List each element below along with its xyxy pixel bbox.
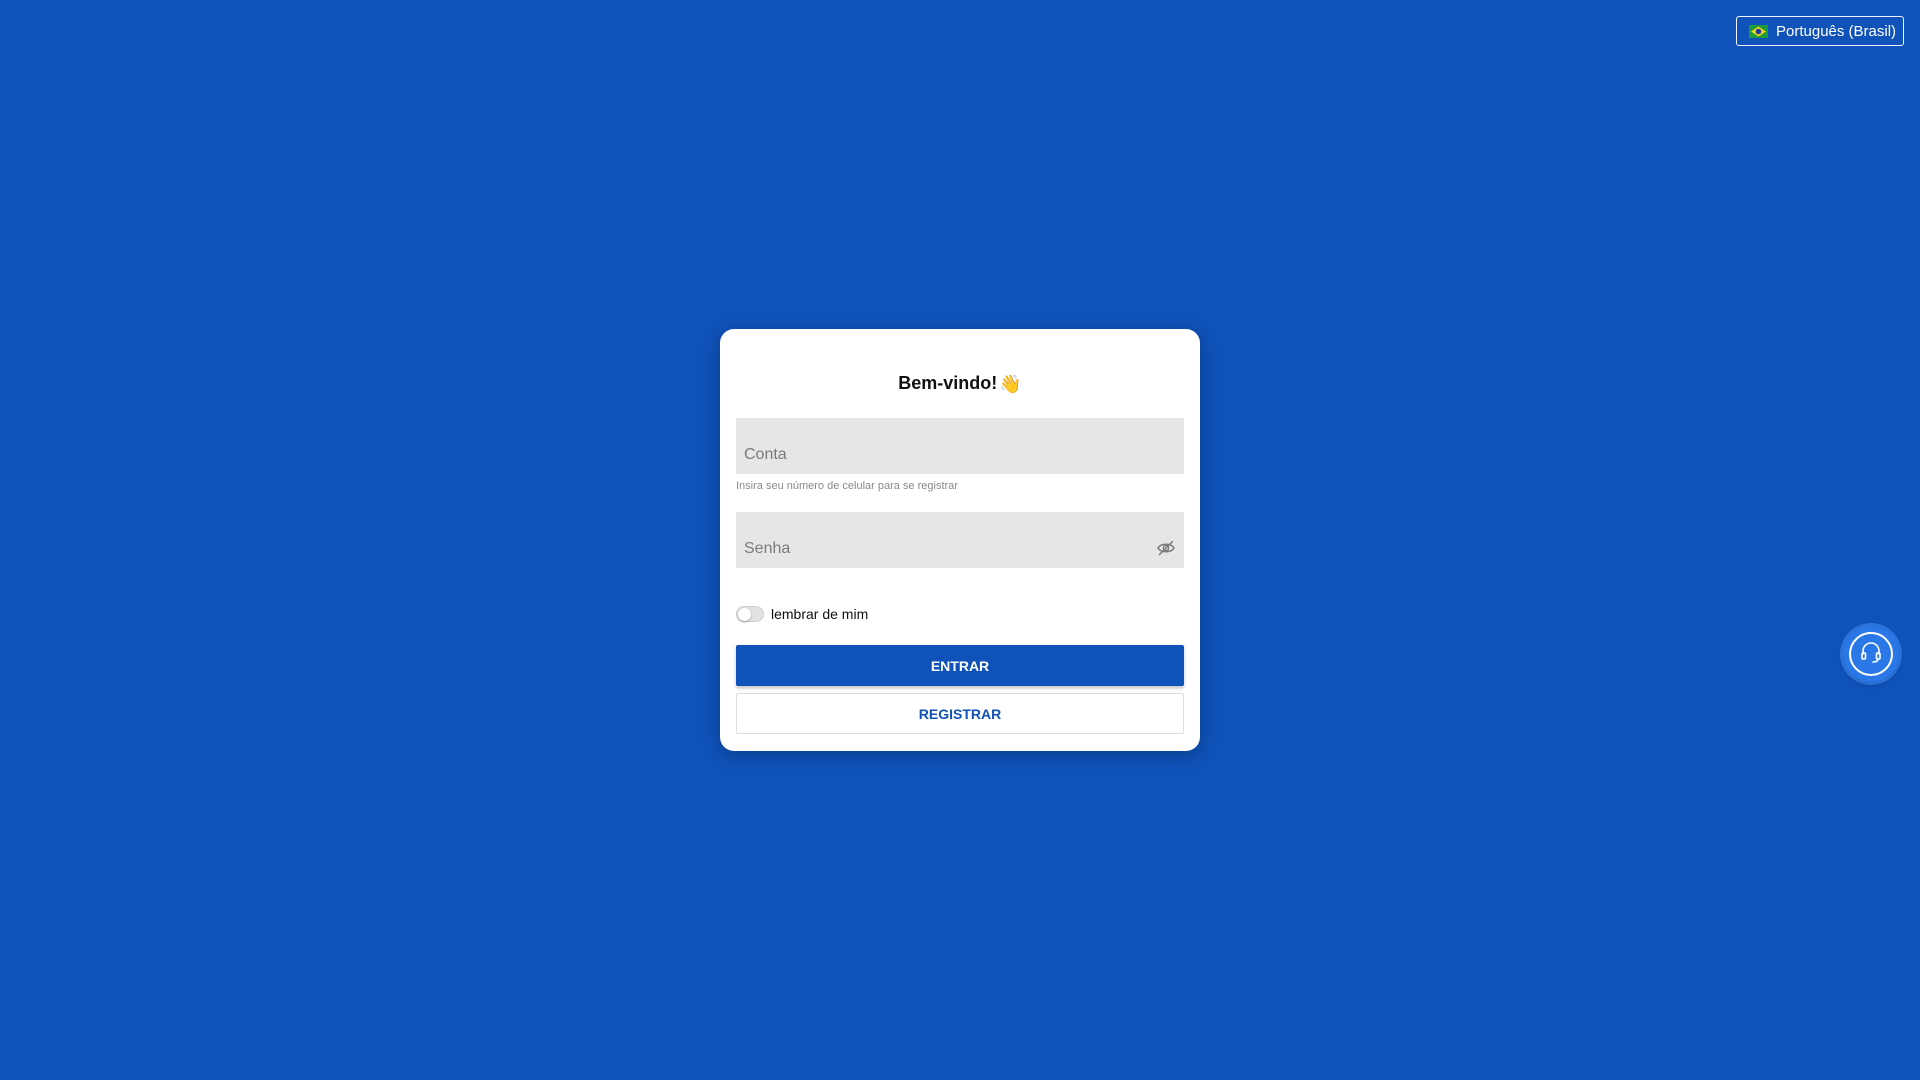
- account-field[interactable]: [736, 418, 1184, 474]
- login-button[interactable]: ENTRAR: [736, 645, 1184, 686]
- welcome-text: Bem-vindo!: [898, 373, 998, 393]
- support-button-ring: [1849, 632, 1893, 676]
- toggle-knob: [738, 607, 751, 621]
- waving-hand-icon: 👋: [999, 374, 1022, 395]
- brazil-flag-icon: [1749, 24, 1768, 38]
- register-button[interactable]: REGISTRAR: [736, 693, 1184, 734]
- remember-me: lembrar de mim: [736, 604, 868, 624]
- login-card: Bem-vindo!👋 Insira seu número de celular…: [720, 329, 1200, 751]
- support-button[interactable]: [1843, 626, 1899, 682]
- welcome-title: Bem-vindo! 👋: [720, 371, 1200, 395]
- remember-me-toggle[interactable]: [736, 606, 764, 622]
- language-selector[interactable]: Português (Brasil): [1736, 16, 1904, 46]
- password-input[interactable]: [736, 512, 1184, 568]
- remember-me-label[interactable]: lembrar de mim: [771, 606, 868, 622]
- password-field[interactable]: [736, 512, 1184, 568]
- headset-icon: [1858, 639, 1884, 670]
- account-input[interactable]: [736, 418, 1184, 474]
- eye-off-icon[interactable]: [1156, 538, 1176, 558]
- language-label: Português (Brasil): [1776, 22, 1897, 40]
- account-helper-text: Insira seu número de celular para se reg…: [736, 480, 958, 492]
